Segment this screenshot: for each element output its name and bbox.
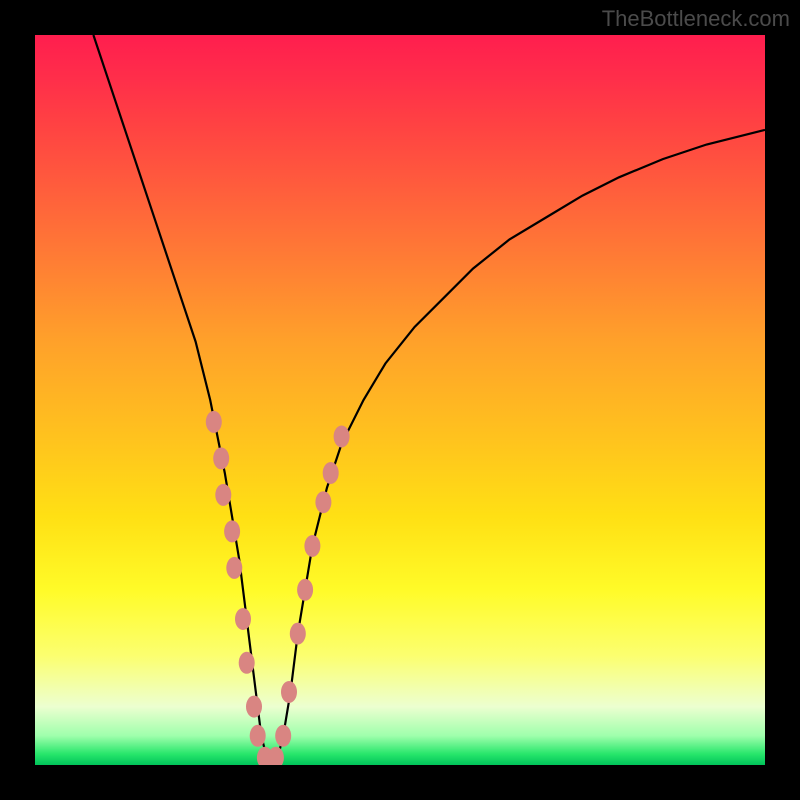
curve-markers: [206, 411, 350, 765]
curve-marker: [235, 608, 251, 630]
curve-marker: [323, 462, 339, 484]
bottleneck-curve-path: [93, 35, 765, 765]
curve-marker: [297, 579, 313, 601]
watermark-text: TheBottleneck.com: [602, 6, 790, 32]
plot-area: [35, 35, 765, 765]
curve-marker: [315, 491, 331, 513]
curve-marker: [275, 725, 291, 747]
curve-marker: [215, 484, 231, 506]
curve-marker: [304, 535, 320, 557]
curve-marker: [290, 623, 306, 645]
curve-marker: [206, 411, 222, 433]
curve-svg: [35, 35, 765, 765]
curve-marker: [250, 725, 266, 747]
curve-marker: [246, 696, 262, 718]
curve-marker: [224, 520, 240, 542]
curve-marker: [239, 652, 255, 674]
curve-marker: [213, 447, 229, 469]
curve-marker: [268, 747, 284, 765]
curve-marker: [281, 681, 297, 703]
chart-frame: TheBottleneck.com: [0, 0, 800, 800]
curve-marker: [226, 557, 242, 579]
curve-marker: [334, 426, 350, 448]
